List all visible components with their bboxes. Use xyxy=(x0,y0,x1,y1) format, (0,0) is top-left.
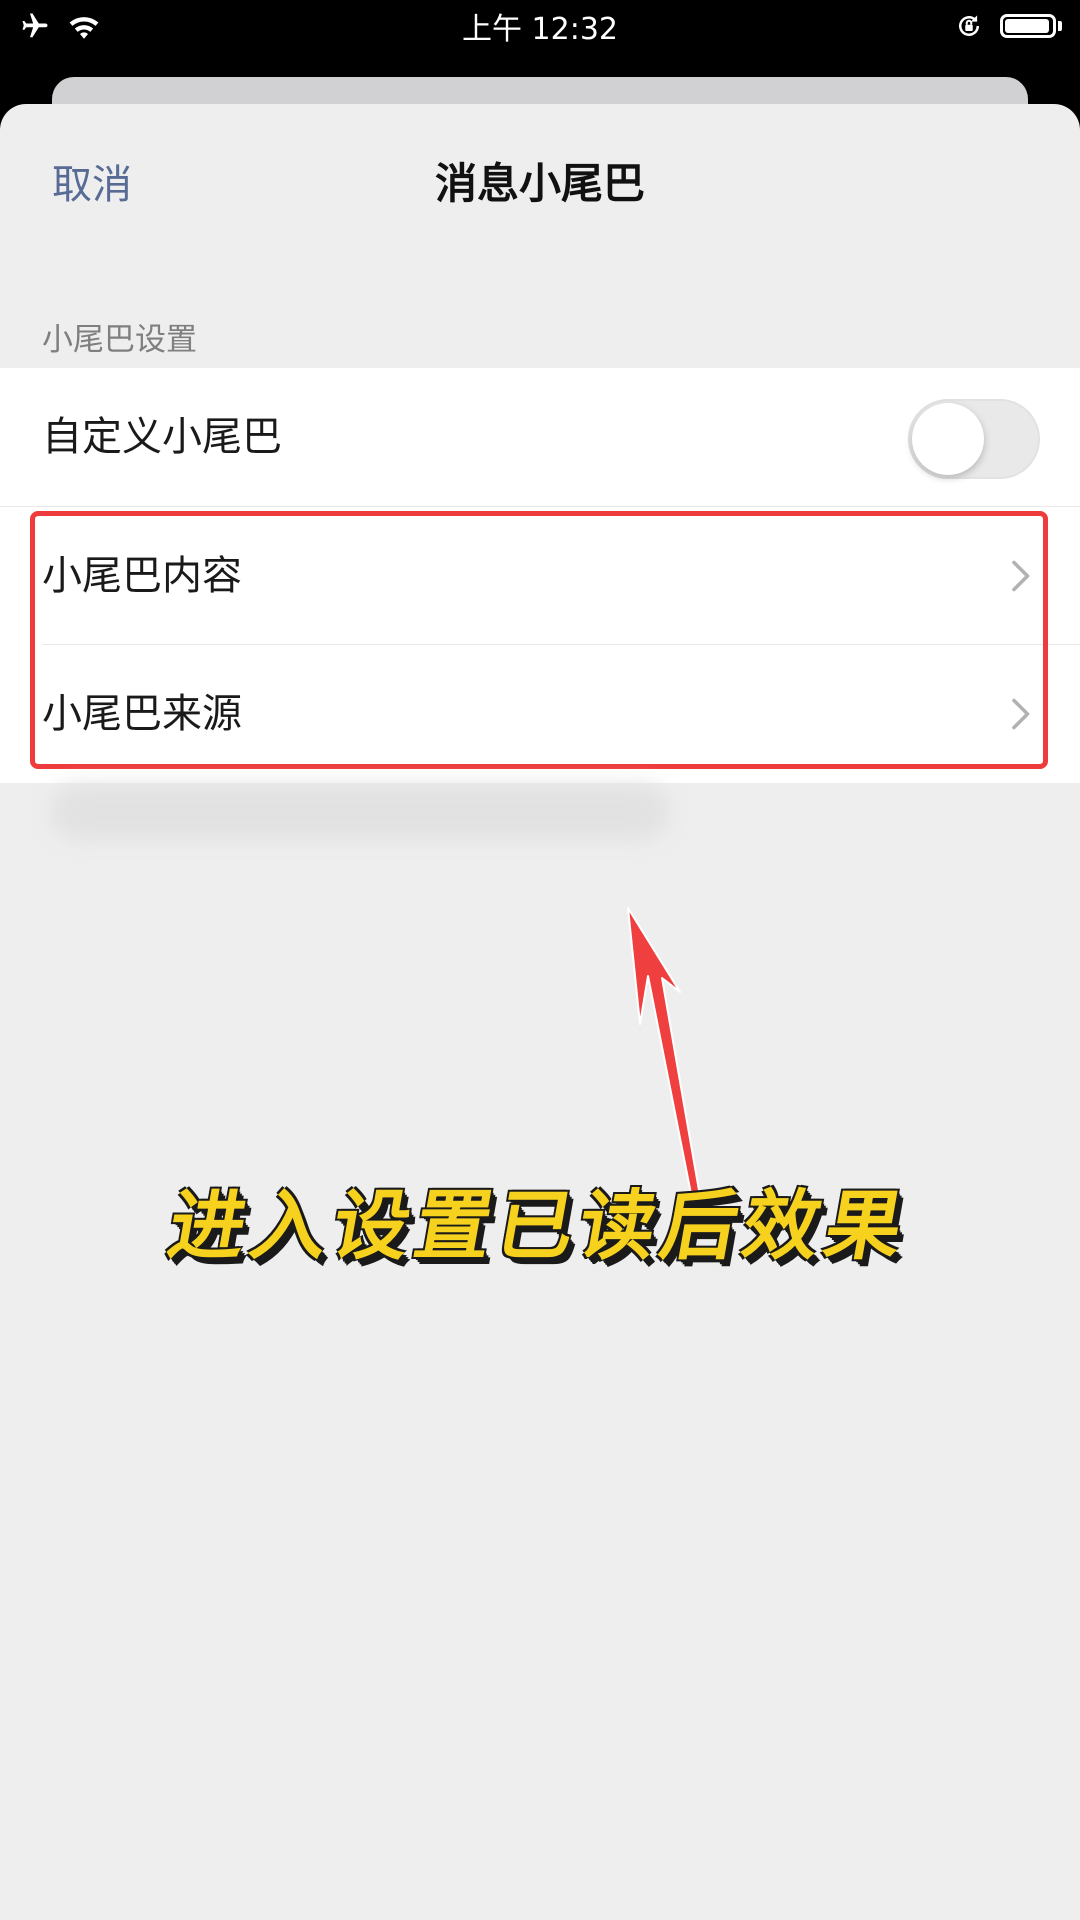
section-header: 小尾巴设置 xyxy=(42,322,197,358)
arrow-up-icon xyxy=(627,907,702,1204)
settings-group: 自定义小尾巴 小尾巴内容 小尾巴来源 xyxy=(0,368,1080,783)
row-tail-source[interactable]: 小尾巴来源 xyxy=(0,645,1080,783)
row-label: 自定义小尾巴 xyxy=(42,414,282,460)
row-label: 小尾巴来源 xyxy=(42,691,242,737)
custom-tail-toggle[interactable] xyxy=(908,399,1040,479)
row-custom-tail[interactable]: 自定义小尾巴 xyxy=(0,368,1080,507)
annotation-caption: 进入设置已读后效果 xyxy=(0,1164,1080,1274)
page-title: 消息小尾巴 xyxy=(434,159,645,208)
nav-bar: 取消 消息小尾巴 xyxy=(0,104,1080,254)
rotation-lock-icon xyxy=(959,15,979,36)
battery-cap xyxy=(1058,21,1062,31)
chevron-right-icon xyxy=(1012,560,1030,592)
battery-fill xyxy=(1005,19,1049,33)
row-label: 小尾巴内容 xyxy=(42,553,242,599)
status-right-icons xyxy=(954,8,1062,44)
blurred-footer-text xyxy=(50,784,670,840)
settings-sheet: 取消 消息小尾巴 小尾巴设置 自定义小尾巴 小尾巴内容 小尾巴来源 进入设置已读… xyxy=(0,104,1080,1920)
toggle-knob xyxy=(912,403,984,475)
status-bar: 上午 12:32 xyxy=(0,0,1080,52)
battery-icon xyxy=(1000,14,1056,38)
row-tail-content[interactable]: 小尾巴内容 xyxy=(0,507,1080,645)
caption-text: 进入设置已读后效果 xyxy=(162,1181,916,1270)
status-time: 上午 12:32 xyxy=(462,12,618,47)
chevron-right-icon xyxy=(1012,698,1030,730)
